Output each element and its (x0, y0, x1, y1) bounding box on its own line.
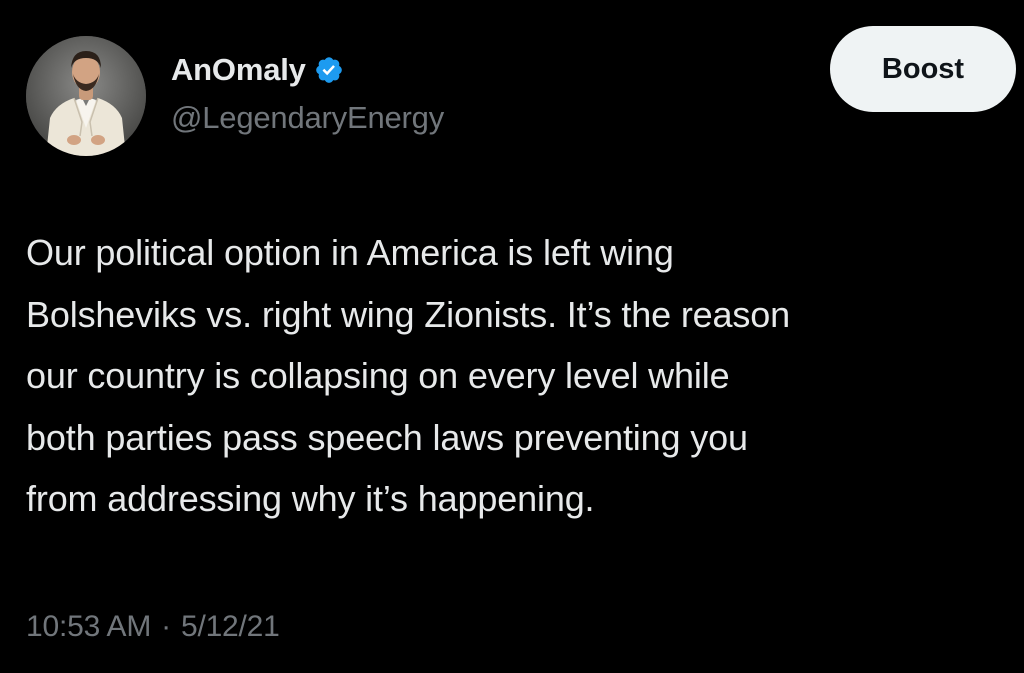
tweet-time[interactable]: 10:53 AM (26, 610, 151, 643)
boost-button[interactable]: Boost (830, 26, 1016, 112)
tweet-meta: 10:53 AM · 5/12/21 (26, 610, 280, 644)
tweet-line: both parties pass speech laws preventing… (26, 416, 748, 458)
tweet-date[interactable]: 5/12/21 (181, 610, 280, 643)
tweet-line: from addressing why it’s happening. (26, 478, 595, 519)
tweet-line: Bolsheviks vs. right wing Zionists. It’s… (26, 293, 791, 335)
author-block: AnOmaly @LegendaryEnergy (171, 50, 444, 136)
avatar-image (26, 36, 146, 156)
meta-separator: · (161, 610, 171, 643)
tweet-text: Our political option in America is left … (26, 222, 1021, 530)
verified-badge-icon (314, 55, 344, 85)
display-name[interactable]: AnOmaly (171, 52, 306, 88)
name-row: AnOmaly (171, 50, 444, 90)
tweet-line: Our political option in America is left … (26, 232, 674, 273)
user-handle[interactable]: @LegendaryEnergy (171, 100, 444, 136)
avatar[interactable] (26, 36, 146, 156)
tweet-line: our country is collapsing on every level… (26, 355, 730, 396)
tweet-card: AnOmaly @LegendaryEnergy Boost Our polit… (0, 0, 1024, 673)
